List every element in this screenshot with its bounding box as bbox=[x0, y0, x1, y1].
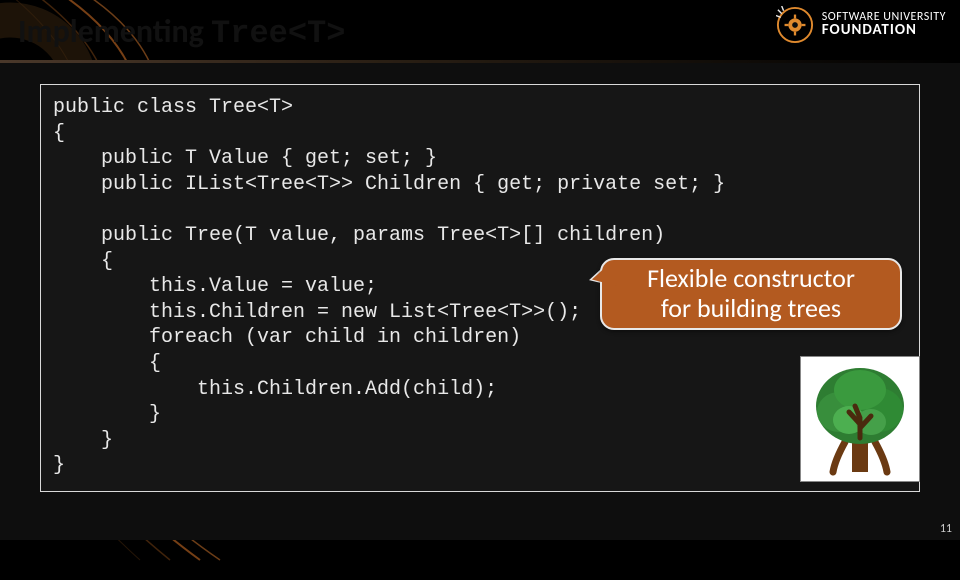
logo-line2: FOUNDATION bbox=[822, 23, 946, 39]
title-underline bbox=[0, 60, 960, 63]
page-number: 11 bbox=[940, 522, 952, 536]
callout-bubble: Flexible constructor for building trees bbox=[600, 258, 902, 330]
lightbulb-gear-icon bbox=[776, 6, 814, 44]
brand-logo: SOFTWARE UNIVERSITY FOUNDATION bbox=[776, 6, 946, 44]
tree-icon bbox=[805, 360, 915, 478]
title-text-plain: Implementing bbox=[18, 12, 211, 51]
slide-title: Implementing Tree<T> bbox=[18, 12, 345, 52]
title-text-mono: Tree<T> bbox=[211, 15, 345, 52]
callout-text: Flexible constructor for building trees bbox=[647, 264, 855, 324]
tree-illustration bbox=[800, 356, 920, 482]
